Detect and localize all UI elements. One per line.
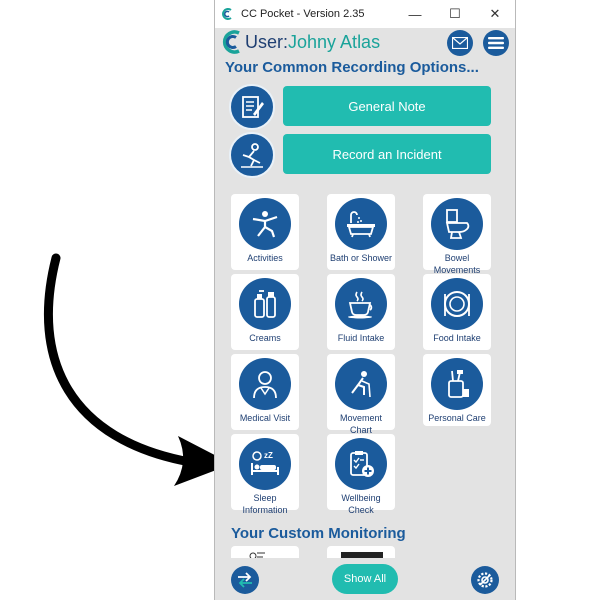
tile-label: Sleep Information <box>242 493 288 515</box>
stage: CC Pocket - Version 2.35 — ☐ ✕ User:John… <box>0 0 600 600</box>
record-incident-button[interactable]: Record an Incident <box>283 134 491 174</box>
mail-icon <box>452 37 468 49</box>
toilet-icon <box>431 198 483 250</box>
app-window: CC Pocket - Version 2.35 — ☐ ✕ User:John… <box>214 0 516 600</box>
menu-button[interactable] <box>483 30 509 56</box>
plate-icon <box>431 278 483 330</box>
tile-label: Bowel Movements <box>433 253 481 275</box>
bottom-bar: Show All <box>215 558 515 600</box>
tile-label: Activities <box>247 253 283 263</box>
menu-icon <box>488 37 504 49</box>
tile-creams[interactable]: Creams <box>231 274 299 350</box>
note-icon[interactable] <box>229 84 275 130</box>
movement-icon <box>335 358 387 410</box>
tile-medical-visit[interactable]: Medical Visit <box>231 354 299 430</box>
tile-label: Personal Care <box>428 413 486 423</box>
tile-bowel-movements[interactable]: Bowel Movements <box>423 194 491 275</box>
cc-logo-icon <box>222 30 240 54</box>
cup-icon <box>335 278 387 330</box>
swap-button[interactable] <box>231 566 259 594</box>
common-options-title: Your Common Recording Options... <box>225 59 479 76</box>
tile-activities[interactable]: Activities <box>231 194 299 270</box>
activities-icon <box>239 198 291 250</box>
toothbrush-icon <box>431 358 483 410</box>
user-label: User:Johny Atlas <box>245 32 380 53</box>
tile-wellbeing-check[interactable]: Wellbeing Check <box>327 434 395 515</box>
tile-movement-chart[interactable]: Movement Chart <box>327 354 395 435</box>
tile-label: Bath or Shower <box>329 253 393 263</box>
bath-icon <box>335 198 387 250</box>
tile-sleep-information[interactable]: zZ Sleep Information <box>231 434 299 515</box>
user-name: Johny Atlas <box>288 32 381 52</box>
clipboard-icon <box>335 438 387 490</box>
doctor-icon <box>239 358 291 410</box>
app-header: User:Johny Atlas <box>215 28 515 58</box>
mail-button[interactable] <box>447 30 473 56</box>
show-all-button[interactable]: Show All <box>332 564 398 594</box>
close-button[interactable]: ✕ <box>475 0 515 28</box>
tile-bath-or-shower[interactable]: Bath or Shower <box>327 194 395 270</box>
sleep-icon: zZ <box>239 438 291 490</box>
user-prefix: User: <box>245 32 289 52</box>
incident-icon[interactable] <box>229 132 275 178</box>
tile-label: Wellbeing Check <box>341 493 381 515</box>
general-note-button[interactable]: General Note <box>283 86 491 126</box>
settings-button[interactable] <box>471 566 499 594</box>
tile-food-intake[interactable]: Food Intake <box>423 274 491 350</box>
window-title: CC Pocket - Version 2.35 <box>241 8 365 20</box>
maximize-button[interactable]: ☐ <box>435 0 475 28</box>
tile-label: Medical Visit <box>239 413 291 423</box>
general-note-row: General Note <box>229 84 491 130</box>
app-logo-icon <box>222 8 232 20</box>
swap-arrows-icon <box>238 572 252 588</box>
title-bar: CC Pocket - Version 2.35 — ☐ ✕ <box>215 0 515 28</box>
minimize-button[interactable]: — <box>395 0 435 28</box>
tile-fluid-intake[interactable]: Fluid Intake <box>327 274 395 350</box>
tile-personal-care[interactable]: Personal Care <box>423 354 491 426</box>
settings-icon <box>477 572 493 588</box>
tile-label: Creams <box>249 333 281 343</box>
svg-text:zZ: zZ <box>264 451 273 460</box>
tile-label: Fluid Intake <box>337 333 385 343</box>
window-controls: — ☐ ✕ <box>395 0 515 28</box>
creams-icon <box>239 278 291 330</box>
custom-monitoring-title: Your Custom Monitoring <box>231 525 406 542</box>
record-incident-row: Record an Incident <box>229 132 491 178</box>
tile-label: Food Intake <box>433 333 481 343</box>
tile-label: Movement Chart <box>339 413 383 435</box>
